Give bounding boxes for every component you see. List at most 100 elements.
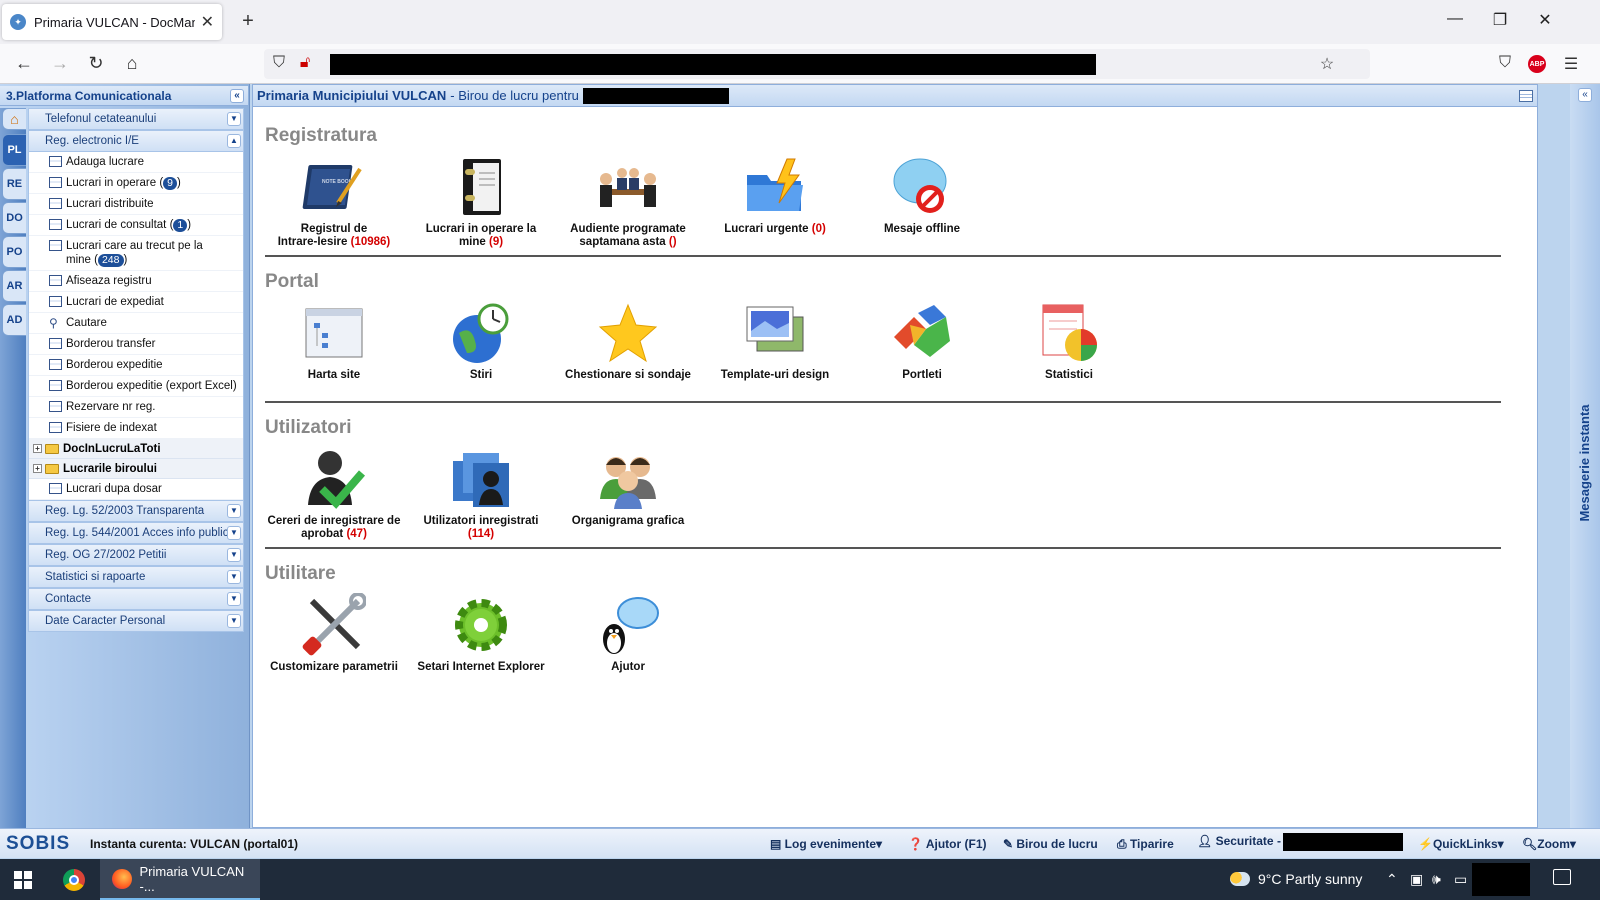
tab-close-icon[interactable]: ✕: [201, 12, 214, 32]
lucrari-urgente-button[interactable]: Lucrari urgente (0): [700, 155, 850, 236]
volume-icon[interactable]: 🕪: [1432, 871, 1441, 888]
tree-item-lucrari-distribuite[interactable]: Lucrari distribuite: [29, 194, 243, 215]
template-uri-design-button[interactable]: Template-uri design: [700, 301, 850, 382]
collapse-icon[interactable]: ▲: [227, 134, 241, 148]
vtab-re[interactable]: RE: [2, 168, 26, 200]
accordion-lg-52-2003[interactable]: Reg. Lg. 52/2003 Transparenta ▼: [28, 500, 244, 522]
tree-item-fisiere-indexat[interactable]: Fisiere de indexat: [29, 418, 243, 439]
home-tab-icon[interactable]: ⌂: [2, 108, 26, 130]
vtab-ad[interactable]: AD: [2, 304, 26, 336]
zoom-menu[interactable]: 🔍︎Zoom▾: [1522, 837, 1576, 851]
setari-internet-explorer-button[interactable]: Setari Internet Explorer: [406, 593, 556, 674]
count: (): [668, 236, 677, 248]
tiparire-button[interactable]: ⎙ Tiparire: [1117, 837, 1174, 852]
lucrari-in-operare-button[interactable]: Lucrari in operare la mine (9): [406, 155, 556, 249]
expand-plus-icon[interactable]: +: [33, 464, 42, 473]
browser-tab[interactable]: ✦ Primaria VULCAN - DocManage ✕: [2, 4, 222, 40]
bookmark-star-icon[interactable]: ☆: [1316, 54, 1338, 74]
audiente-programate-button[interactable]: Audiente programate saptamana asta (): [553, 155, 703, 249]
new-tab-button[interactable]: +: [236, 10, 260, 33]
accordion-statistici[interactable]: Statistici si rapoarte ▼: [28, 566, 244, 588]
tray-display-icon[interactable]: ▣: [1410, 871, 1423, 888]
shield-icon[interactable]: ⛉: [268, 54, 290, 72]
expand-icon[interactable]: ▼: [227, 112, 241, 126]
vtab-do[interactable]: DO: [2, 202, 26, 234]
securitate-button[interactable]: 👤︎ Securitate -: [1197, 833, 1403, 851]
ajutor-button[interactable]: Ajutor: [553, 593, 703, 674]
collapse-left-panel-button[interactable]: «: [230, 89, 244, 103]
taskbar-firefox-item[interactable]: Primaria VULCAN -...: [100, 859, 260, 900]
accordion-reg-electronic[interactable]: Reg. electronic I/E ▲: [28, 130, 244, 152]
instant-messaging-label[interactable]: Mesagerie instanta: [1577, 393, 1595, 533]
tree-item-rezervare[interactable]: Rezervare nr reg.: [29, 397, 243, 418]
tree-item-lucrari-de-consultat[interactable]: Lucrari de consultat (1): [29, 215, 243, 236]
tree-item-lucrari-trecut[interactable]: Lucrari care au trecut pe la mine (248): [29, 236, 243, 271]
vtab-pl[interactable]: PL: [2, 134, 26, 166]
back-button[interactable]: ←: [12, 53, 36, 74]
mesaje-offline-button[interactable]: Mesaje offline: [847, 155, 997, 236]
expand-icon[interactable]: ▼: [227, 548, 241, 562]
accordion-contacte[interactable]: Contacte ▼: [28, 588, 244, 610]
accordion-telefonul-cetateanului[interactable]: Telefonul cetateanului ▼: [28, 108, 244, 130]
quicklinks-menu[interactable]: ⚡QuickLinks▾: [1418, 837, 1504, 851]
expand-icon[interactable]: ▼: [227, 592, 241, 606]
tree-item-afiseaza-registru[interactable]: Afiseaza registru: [29, 271, 243, 292]
expand-plus-icon[interactable]: +: [33, 444, 42, 453]
cereri-inregistrare-button[interactable]: Cereri de inregistrare de aprobat (47): [259, 447, 409, 541]
windows-start-icon[interactable]: [14, 871, 32, 889]
notifications-icon[interactable]: [1553, 869, 1571, 885]
customizare-parametrii-button[interactable]: Customizare parametrii: [259, 592, 409, 674]
minimize-button[interactable]: —: [1440, 10, 1470, 28]
accordion-date-caracter-personal[interactable]: Date Caracter Personal ▼: [28, 610, 244, 632]
expand-icon[interactable]: ▼: [227, 570, 241, 584]
item-label: Chestionare si sondaje: [565, 369, 691, 381]
statistici-button[interactable]: Statistici: [994, 301, 1144, 382]
maximize-button[interactable]: ❐: [1485, 10, 1515, 30]
accordion-og-27-2002[interactable]: Reg. OG 27/2002 Petitii ▼: [28, 544, 244, 566]
tiparire-label: Tiparire: [1129, 837, 1174, 851]
log-evenimente-menu[interactable]: ▤ Log evenimente▾: [770, 837, 882, 851]
tree-item-lucrari-de-expediat[interactable]: Lucrari de expediat: [29, 292, 243, 313]
adblock-icon[interactable]: ABP: [1528, 55, 1546, 73]
tree-item-lucrari-dupa-dosar[interactable]: Lucrari dupa dosar: [29, 479, 243, 500]
lock-warning-icon[interactable]: 🔓︎: [294, 54, 316, 72]
vtab-ar[interactable]: AR: [2, 270, 26, 302]
tree-item-adauga-lucrare[interactable]: Adauga lucrare: [29, 152, 243, 173]
folder-lucrarile-biroului[interactable]: + Lucrarile biroului: [29, 459, 243, 479]
chrome-icon[interactable]: [63, 869, 85, 891]
tree-item-borderou-transfer[interactable]: Borderou transfer: [29, 334, 243, 355]
home-button[interactable]: ⌂: [120, 53, 144, 74]
folder-docinlucrulatoti[interactable]: + DocInLucruLaToti: [29, 439, 243, 459]
ajutor-f1-button[interactable]: ❓ Ajutor (F1): [908, 837, 987, 851]
portleti-button[interactable]: Portleti: [847, 301, 997, 382]
menu-icon[interactable]: ☰: [1560, 54, 1582, 74]
utilizatori-inregistrati-button[interactable]: Utilizatori inregistrati (114): [406, 447, 556, 541]
tree-item-cautare[interactable]: ⚲ Cautare: [29, 313, 243, 334]
expand-icon[interactable]: ▼: [227, 614, 241, 628]
tray-expand-icon[interactable]: ⌃: [1386, 871, 1398, 888]
network-icon[interactable]: ▭: [1454, 871, 1467, 888]
organigrama-grafica-button[interactable]: Organigrama grafica: [553, 447, 703, 528]
registered-users-icon: [449, 447, 513, 511]
weather-widget[interactable]: 9°C Partly sunny: [1230, 871, 1362, 887]
accordion-lg-544-2001[interactable]: Reg. Lg. 544/2001 Acces info publice ▼: [28, 522, 244, 544]
tree-item-lucrari-in-operare[interactable]: Lucrari in operare (9): [29, 173, 243, 194]
tree-item-borderou-expeditie[interactable]: Borderou expeditie: [29, 355, 243, 376]
expand-icon[interactable]: ▼: [227, 526, 241, 540]
expand-messaging-button[interactable]: «: [1578, 88, 1592, 102]
window-close-button[interactable]: ✕: [1530, 10, 1560, 30]
tree-item-borderou-excel[interactable]: Borderou expeditie (export Excel): [29, 376, 243, 397]
harta-site-button[interactable]: Harta site: [259, 301, 409, 382]
vtab-po[interactable]: PO: [2, 236, 26, 268]
stiri-button[interactable]: Stiri: [406, 301, 556, 382]
reload-button[interactable]: ↻: [84, 53, 108, 74]
forward-button[interactable]: →: [48, 53, 72, 74]
list-view-icon[interactable]: [1519, 90, 1533, 102]
item-label: Registrul de: [300, 223, 368, 235]
expand-icon[interactable]: ▼: [227, 504, 241, 518]
chestionare-sondaje-button[interactable]: Chestionare si sondaje: [553, 301, 703, 382]
pocket-icon[interactable]: ⛉: [1494, 54, 1516, 72]
instant-messaging-strip[interactable]: « Mesagerie instanta: [1570, 84, 1600, 828]
registru-intrare-iesire-button[interactable]: NOTE BOOK Registrul de Intrare-Iesire (10…: [259, 155, 409, 249]
birou-de-lucru-button[interactable]: ✎ Birou de lucru: [1003, 837, 1098, 851]
